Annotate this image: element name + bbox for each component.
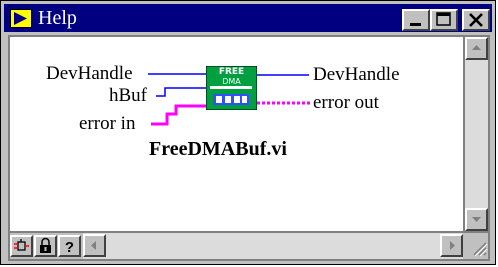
arrow-right-icon [450,241,455,250]
input-label-devhandle: DevHandle [46,63,133,84]
scroll-right-button[interactable] [440,234,463,257]
svg-text:?: ? [65,239,74,255]
input-label-hbuf: hBuf [109,85,147,106]
lock-icon [40,237,51,253]
bottom-toolbar: ? [10,233,488,259]
labview-app-icon [10,9,32,28]
input-label-error-in: error in [79,113,136,134]
maximize-button[interactable] [430,9,458,31]
simple-diagram-help-icon [14,239,29,251]
scroll-up-button[interactable] [465,37,488,60]
close-button[interactable] [462,9,490,31]
maximize-icon [436,12,451,26]
output-label-devhandle: DevHandle [313,64,400,85]
lock-button[interactable] [34,235,57,257]
arrow-up-icon [472,45,481,50]
vi-icon-line1: FREE [218,67,245,77]
help-client-area: FREE DMA DevHandle hBuf error in DevHand… [8,35,490,261]
help-content: FREE DMA DevHandle hBuf error in DevHand… [10,37,463,231]
scroll-down-button[interactable] [465,208,488,231]
help-window: Help FREE DMA DevHandle hBuf error in De… [0,0,496,265]
vertical-scrollbar[interactable] [465,37,488,231]
horizontal-scrollbar[interactable] [83,233,463,259]
simple-diagram-help-button[interactable] [10,235,33,257]
resize-grip[interactable] [466,233,488,259]
output-label-error-out: error out [313,92,379,113]
scroll-left-button[interactable] [83,234,106,257]
minimize-button[interactable] [402,9,430,31]
window-title: Help [38,7,77,29]
arrow-down-icon [472,217,481,222]
vi-icon-line2: DMA [222,77,241,86]
question-icon: ? [65,239,74,256]
arrow-left-icon [91,241,96,250]
online-help-button[interactable]: ? [58,235,81,257]
resize-grip-icon [473,242,488,257]
title-bar[interactable]: Help [4,4,492,32]
minimize-icon [410,23,421,26]
close-icon [469,13,483,27]
vi-name: FreeDMABuf.vi [149,138,287,160]
vi-icon: FREE DMA [205,65,258,111]
